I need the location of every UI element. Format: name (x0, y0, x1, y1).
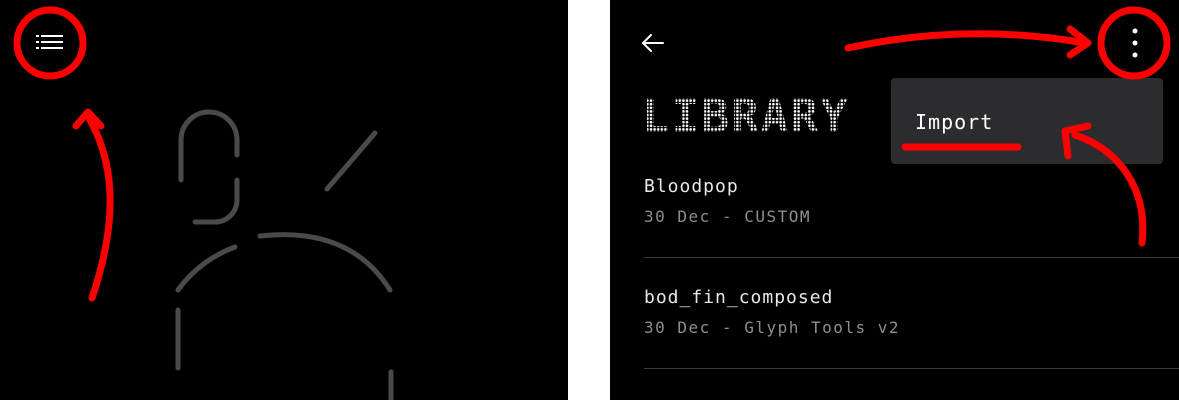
import-menu-item[interactable]: Import (915, 110, 993, 134)
divider (644, 257, 1179, 258)
glyph-segment (257, 232, 393, 293)
more-vertical-icon (1132, 28, 1138, 58)
list-item[interactable]: bod_fin_composed 30 Dec - Glyph Tools v2 (644, 287, 1179, 337)
options-menu: Import (891, 78, 1163, 164)
glyph-segment (178, 109, 240, 183)
item-name: bod_fin_composed (644, 287, 834, 308)
more-options-button[interactable] (1118, 24, 1152, 62)
list-menu-icon (36, 35, 63, 49)
library-screen: LIBRARY Bloodpop 30 Dec - CUSTOM bod_fin… (610, 0, 1179, 400)
glyph-preview (175, 109, 394, 400)
item-meta: 30 Dec - Glyph Tools v2 (644, 318, 901, 337)
glyph-segment (192, 177, 240, 225)
back-button[interactable] (638, 28, 668, 58)
item-meta: 30 Dec - CUSTOM (644, 207, 811, 226)
glyph-segment (324, 130, 378, 192)
item-name: Bloodpop (644, 176, 739, 197)
page-title: LIBRARY (642, 89, 850, 143)
arrow-left-icon (642, 34, 664, 52)
list-item[interactable]: Bloodpop 30 Dec - CUSTOM (644, 176, 1179, 226)
glyph-screen (0, 0, 568, 400)
divider (644, 368, 1179, 369)
list-menu-button[interactable] (22, 18, 78, 68)
glyph-segment (175, 244, 238, 293)
page-title-text: LIBRARY (642, 89, 850, 143)
